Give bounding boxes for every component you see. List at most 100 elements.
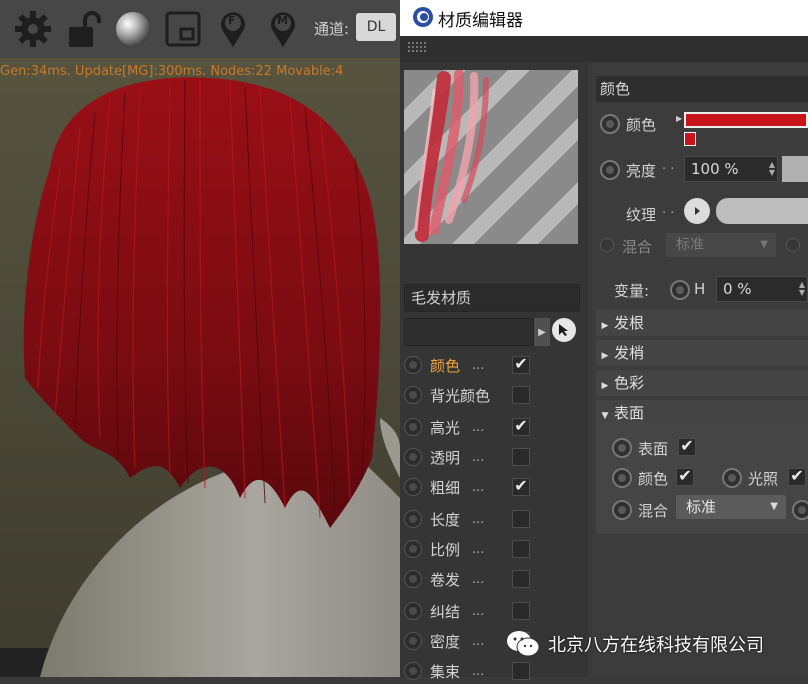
channel-label: 透明 — [430, 448, 461, 467]
channel-radio[interactable] — [404, 602, 422, 620]
channel-radio[interactable] — [404, 386, 422, 404]
channel-label: 集束 — [430, 662, 461, 681]
surface-color-radio[interactable] — [612, 468, 632, 488]
channel-radio[interactable] — [404, 662, 422, 680]
channel-item[interactable]: 卷发... — [404, 566, 584, 592]
channel-radio[interactable] — [404, 570, 422, 588]
material-name-field[interactable]: 毛发材质 — [404, 284, 580, 312]
channel-checkbox[interactable] — [512, 448, 530, 466]
editor-titlebar[interactable]: 材质编辑器 — [400, 0, 808, 36]
channel-radio[interactable] — [404, 418, 422, 436]
group-row[interactable]: ▶ 发根 — [596, 310, 808, 336]
unlock-icon[interactable] — [62, 8, 104, 50]
sphere-icon[interactable] — [112, 8, 154, 50]
mix-label: 混合 — [622, 238, 653, 256]
brightness-field[interactable]: 100 % ▲ ▼ — [684, 156, 778, 182]
lighting-radio[interactable] — [722, 468, 742, 488]
channel-checkbox[interactable]: ✔ — [512, 418, 530, 436]
channel-checkbox[interactable] — [512, 602, 530, 620]
texture-play-icon[interactable] — [684, 198, 710, 224]
pin-m-icon[interactable]: M — [262, 8, 304, 50]
channel-checkbox[interactable]: ✔ — [512, 356, 530, 374]
channel-checkbox[interactable] — [512, 510, 530, 528]
surface-color-checkbox[interactable]: ✔ — [676, 468, 694, 486]
channel-radio[interactable] — [404, 448, 422, 466]
surface-mix-value: 标准 — [686, 498, 717, 516]
group-row[interactable]: ▶ 色彩 — [596, 370, 808, 396]
brightness-radio[interactable] — [600, 160, 620, 180]
material-extra-field[interactable] — [404, 318, 534, 346]
channel-radio[interactable] — [404, 356, 422, 374]
texture-slot[interactable] — [716, 198, 808, 224]
channel-item[interactable]: 高光... ✔ — [404, 414, 584, 440]
color-section-header[interactable]: 颜色 — [596, 76, 808, 102]
mix-radio[interactable] — [600, 238, 614, 252]
grip-icon[interactable] — [408, 42, 428, 56]
brightness-value: 100 % — [691, 160, 739, 178]
pin-m-letter: M — [277, 14, 288, 27]
brightness-slider[interactable] — [782, 156, 808, 182]
expand-triangle-icon[interactable]: ▶ — [596, 313, 614, 339]
group-row[interactable]: ▶ 发梢 — [596, 340, 808, 366]
surface-mix-extra-radio[interactable] — [792, 500, 808, 520]
channel-radio[interactable] — [404, 632, 422, 650]
channel-dots: ... — [472, 479, 485, 495]
channel-item[interactable]: 颜色... ✔ — [404, 352, 584, 378]
pin-f-icon[interactable]: F — [212, 8, 254, 50]
brightness-spinner-icon[interactable]: ▲ ▼ — [769, 161, 775, 177]
surface-color-label: 颜色 — [638, 470, 669, 488]
variation-spinner-icon[interactable]: ▲ ▼ — [799, 281, 805, 297]
channel-select[interactable]: DL — [356, 13, 396, 41]
channel-label: 比例 — [430, 540, 461, 559]
mix-select[interactable]: 标准 ▼ — [666, 233, 776, 257]
channel-label: 背光颜色 — [430, 386, 491, 405]
field-arrow-button[interactable]: ▶ — [534, 318, 550, 346]
channel-radio[interactable] — [404, 540, 422, 558]
expand-triangle-icon[interactable]: ▶ — [596, 343, 614, 369]
3d-viewport[interactable]: F M 通道: DL Gen:34ms. Update[MG]:300ms. N… — [0, 0, 400, 677]
brightness-dots: . . — [662, 158, 675, 173]
channel-checkbox[interactable] — [512, 662, 530, 680]
wechat-logo-icon — [507, 631, 540, 657]
picker-cursor-icon[interactable] — [552, 318, 576, 342]
mix-extra-radio[interactable] — [786, 238, 800, 252]
color-expand-icon[interactable]: ▶ — [676, 114, 682, 123]
channel-item[interactable]: 纠结... — [404, 598, 584, 624]
group-label: 色彩 — [614, 374, 645, 392]
channel-label: 通道: — [314, 20, 350, 38]
channel-checkbox[interactable] — [512, 386, 530, 404]
color-swatch[interactable] — [684, 112, 808, 128]
variation-value: 0 % — [723, 280, 752, 298]
channel-dots: ... — [472, 511, 485, 527]
channel-radio[interactable] — [404, 510, 422, 528]
gear-icon[interactable] — [12, 8, 54, 50]
channel-label: 颜色 — [430, 356, 461, 375]
expand-triangle-icon[interactable]: ▶ — [596, 373, 614, 399]
channel-item[interactable]: 粗细... ✔ — [404, 474, 584, 500]
channel-radio[interactable] — [404, 478, 422, 496]
variation-radio[interactable] — [670, 280, 690, 300]
mix-dropdown-icon: ▼ — [760, 239, 768, 250]
watermark: 北京八方在线科技有限公司 — [506, 624, 806, 664]
mix-value: 标准 — [676, 237, 704, 253]
channel-item[interactable]: 长度... — [404, 506, 584, 532]
lighting-checkbox[interactable]: ✔ — [788, 468, 806, 486]
surface-radio[interactable] — [612, 438, 632, 458]
channel-item[interactable]: 透明... — [404, 444, 584, 470]
pin-f-letter: F — [228, 14, 236, 27]
group-label: 发梢 — [614, 344, 645, 362]
channel-item[interactable]: 背光颜色 — [404, 382, 584, 408]
color-radio[interactable] — [600, 114, 620, 134]
channel-checkbox[interactable] — [512, 540, 530, 558]
channel-checkbox[interactable]: ✔ — [512, 478, 530, 496]
surface-checkbox[interactable]: ✔ — [678, 438, 696, 456]
material-preview[interactable] — [404, 70, 578, 244]
channel-item[interactable]: 比例... — [404, 536, 584, 562]
variation-field[interactable]: 0 % ▲ ▼ — [716, 276, 808, 302]
channel-label: 高光 — [430, 418, 461, 437]
channel-checkbox[interactable] — [512, 570, 530, 588]
surface-mix-select[interactable]: 标准 ▼ — [676, 495, 786, 519]
color-gradient-marker[interactable] — [684, 132, 696, 146]
frame-icon[interactable] — [162, 8, 204, 50]
surface-mix-radio[interactable] — [612, 500, 632, 520]
